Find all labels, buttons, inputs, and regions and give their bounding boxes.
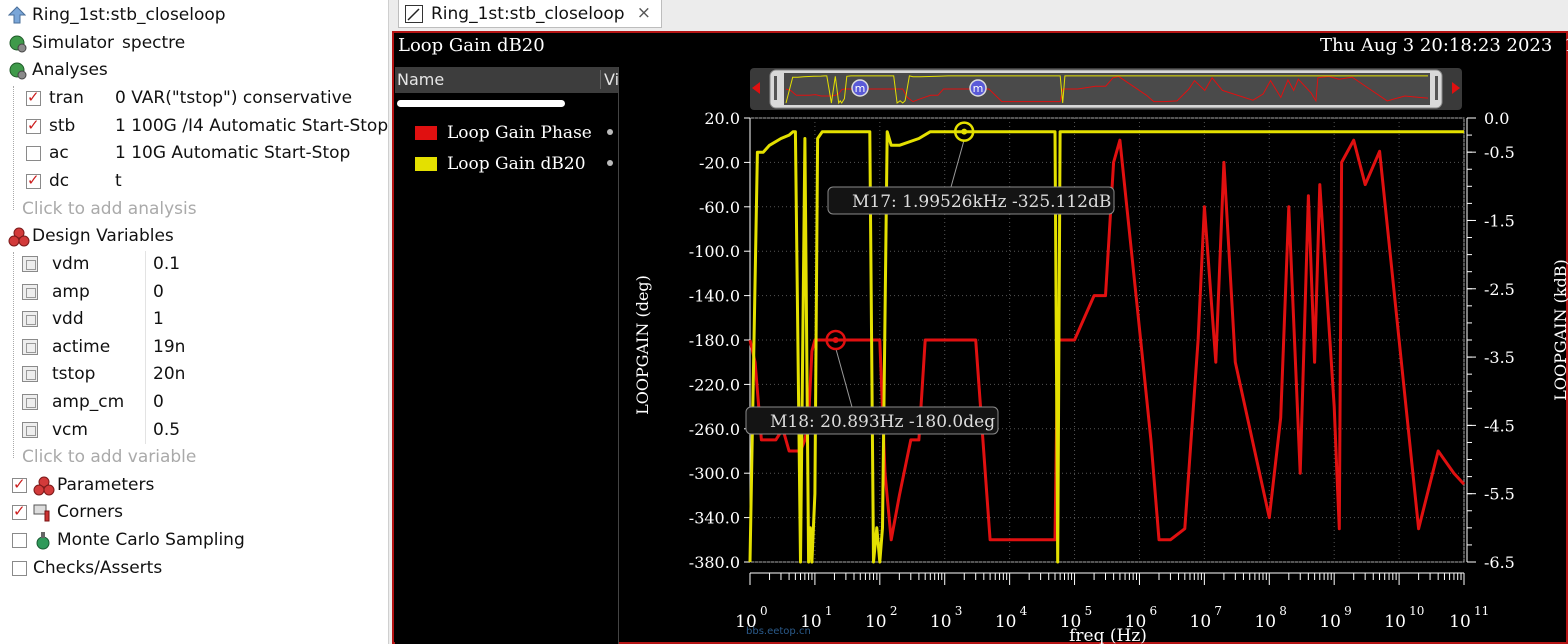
y-axis-label-right: LOOPGAIN (kdB): [1551, 259, 1568, 401]
marker-center-m18: [832, 337, 839, 343]
marker-label-m18: M18: 20.893Hz -180.0deg: [770, 412, 995, 432]
y-tick-label-left: -300.0: [689, 464, 740, 483]
y-tick-label-left: -100.0: [689, 242, 740, 261]
y-tick-label-left: -60.0: [699, 198, 740, 217]
y-tick-label-left: -140.0: [689, 287, 740, 306]
y-tick-label-right: -5.5: [1484, 485, 1515, 504]
x-tick-exponent: 8: [1279, 604, 1287, 618]
y-tick-label-right: -3.5: [1484, 348, 1515, 367]
x-tick-label: 10: [1254, 612, 1276, 632]
x-tick-exponent: 0: [760, 604, 768, 618]
y-tick-label-left: -260.0: [689, 420, 740, 439]
y-tick-label-right: -2.5: [1484, 280, 1515, 299]
y-tick-label-left: 20.0: [704, 109, 740, 128]
y-tick-label-right: -4.5: [1484, 416, 1515, 435]
marker-center-m17: [961, 128, 968, 135]
x-tick-label: 10: [1319, 612, 1341, 632]
loop-gain-chart[interactable]: mm 20.0-20.0-60.0-100.0-140.0-180.0-220.…: [0, 0, 1568, 644]
x-tick-exponent: 2: [890, 604, 898, 618]
y-tick-label-left: -340.0: [689, 509, 740, 528]
x-tick-label: 10: [1384, 612, 1406, 632]
x-tick-exponent: 11: [1474, 604, 1489, 618]
watermark: bbs.eetop.cn: [746, 626, 811, 637]
x-tick-label: 10: [1190, 612, 1212, 632]
x-tick-exponent: 7: [1214, 604, 1222, 618]
y-tick-label-right: -6.5: [1484, 553, 1515, 572]
zoom-strip[interactable]: mm: [750, 68, 1462, 110]
x-tick-exponent: 10: [1409, 604, 1424, 618]
x-tick-exponent: 4: [1020, 604, 1028, 618]
y-axis-label-left: LOOPGAIN (deg): [633, 275, 652, 415]
x-tick-exponent: 5: [1085, 604, 1093, 618]
y-tick-label-right: -1.5: [1484, 211, 1515, 230]
y-tick-label-left: -20.0: [699, 153, 740, 172]
x-tick-label: 10: [930, 612, 952, 632]
y-tick-label-left: -380.0: [689, 553, 740, 572]
zoom-marker-label: m: [973, 82, 984, 95]
y-tick-label-right: 0.0: [1484, 109, 1509, 128]
x-tick-exponent: 6: [1149, 604, 1157, 618]
zoom-marker-label: m: [855, 82, 866, 95]
x-tick-label: 10: [1449, 612, 1471, 632]
zoom-left-handle[interactable]: [774, 76, 777, 100]
x-tick-exponent: 9: [1344, 604, 1352, 618]
zoom-right-handle[interactable]: [1435, 76, 1438, 100]
y-tick-label-left: -220.0: [689, 375, 740, 394]
x-axis-label: freq (Hz): [1069, 626, 1147, 644]
x-tick-label: 10: [865, 612, 887, 632]
x-tick-label: 10: [995, 612, 1017, 632]
y-tick-label-right: -0.5: [1484, 143, 1515, 162]
marker-label-m17: M17: 1.99526kHz -325.112dB: [852, 192, 1111, 212]
x-tick-exponent: 3: [955, 604, 963, 618]
x-tick-exponent: 1: [825, 604, 833, 618]
y-tick-label-left: -180.0: [689, 331, 740, 350]
